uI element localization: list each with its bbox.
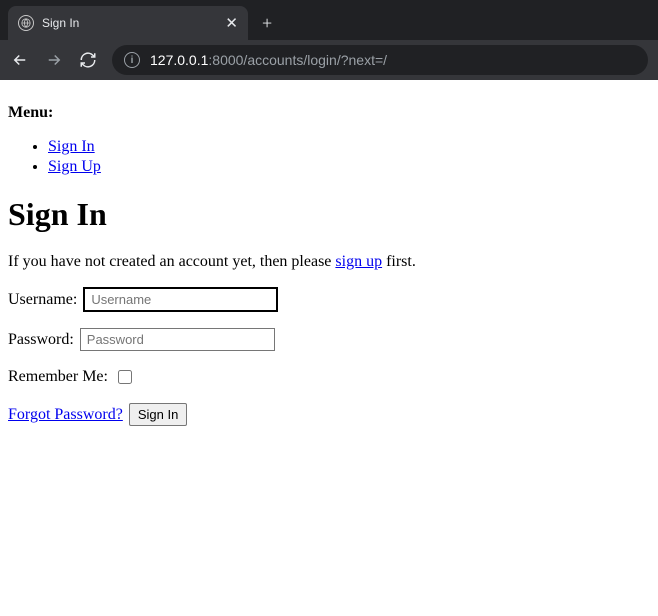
forward-button[interactable] xyxy=(44,50,64,70)
new-tab-button[interactable]: + xyxy=(248,6,286,40)
remember-row: Remember Me: xyxy=(8,367,650,387)
forgot-password-link[interactable]: Forgot Password? xyxy=(8,406,123,424)
globe-icon xyxy=(18,15,34,31)
helper-suffix: first. xyxy=(382,253,416,270)
username-label: Username: xyxy=(8,291,77,309)
tab-title: Sign In xyxy=(42,16,79,30)
browser-tab[interactable]: Sign In ✕ xyxy=(8,6,248,40)
password-input[interactable] xyxy=(80,328,275,351)
actions-row: Forgot Password? Sign In xyxy=(8,403,650,426)
remember-checkbox[interactable] xyxy=(118,370,132,384)
info-icon[interactable]: i xyxy=(124,52,140,68)
url-host: 127.0.0.1 xyxy=(150,52,208,68)
username-input[interactable] xyxy=(83,287,278,312)
tab-strip: Sign In ✕ + xyxy=(0,0,658,40)
menu-signin-link[interactable]: Sign In xyxy=(48,138,95,155)
back-button[interactable] xyxy=(10,50,30,70)
remember-label: Remember Me: xyxy=(8,368,108,386)
url-text: 127.0.0.1:8000/accounts/login/?next=/ xyxy=(150,52,387,68)
list-item: Sign Up xyxy=(48,158,650,176)
menu-list: Sign In Sign Up xyxy=(8,138,650,176)
url-bar[interactable]: i 127.0.0.1:8000/accounts/login/?next=/ xyxy=(112,45,648,75)
password-row: Password: xyxy=(8,328,650,351)
url-path: :8000/accounts/login/?next=/ xyxy=(208,52,387,68)
close-icon[interactable]: ✕ xyxy=(225,16,238,31)
menu-label: Menu: xyxy=(8,104,650,122)
signup-link[interactable]: sign up xyxy=(335,253,382,270)
helper-text: If you have not created an account yet, … xyxy=(8,253,650,271)
page-content: Menu: Sign In Sign Up Sign In If you hav… xyxy=(0,80,658,450)
browser-chrome: Sign In ✕ + i 127.0.0.1:8000/accounts/lo… xyxy=(0,0,658,80)
password-label: Password: xyxy=(8,331,74,349)
menu-signup-link[interactable]: Sign Up xyxy=(48,158,101,175)
browser-toolbar: i 127.0.0.1:8000/accounts/login/?next=/ xyxy=(0,40,658,80)
page-title: Sign In xyxy=(8,196,650,233)
signin-button[interactable]: Sign In xyxy=(129,403,187,426)
helper-prefix: If you have not created an account yet, … xyxy=(8,253,335,270)
list-item: Sign In xyxy=(48,138,650,156)
reload-button[interactable] xyxy=(78,50,98,70)
username-row: Username: xyxy=(8,287,650,312)
